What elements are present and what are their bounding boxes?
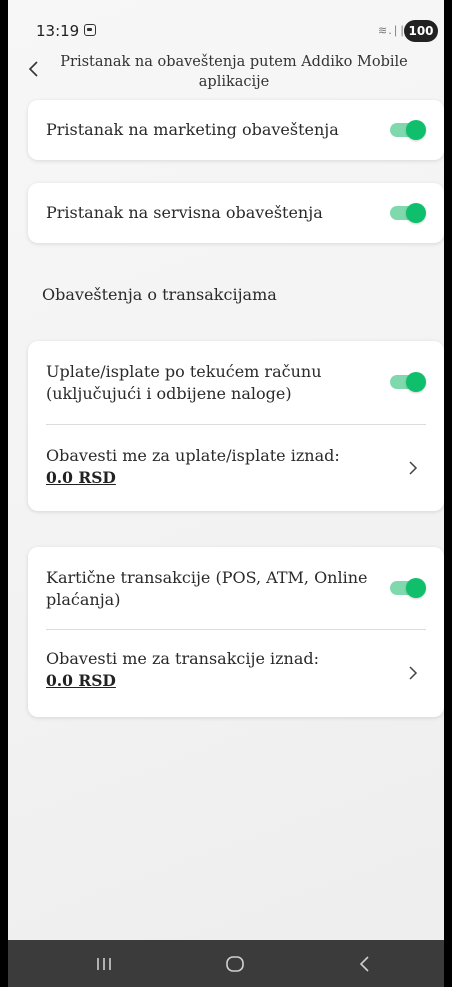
- account-threshold-text: Obavesti me za uplate/isplate iznad: 0.0…: [46, 445, 340, 489]
- signal-icon: ≋.∣∣: [378, 24, 406, 37]
- toggle-thumb: [406, 372, 426, 392]
- card-threshold-amount: 0.0 RSD: [46, 671, 116, 690]
- card-transactions-card: Kartične transakcije (POS, ATM, Online p…: [28, 547, 444, 717]
- toggle-thumb: [406, 203, 426, 223]
- back-button[interactable]: [24, 58, 44, 80]
- battery-indicator: 100: [404, 20, 438, 42]
- status-bar: 13:19 ≋.∣∣ 100: [8, 0, 444, 50]
- card-threshold-text: Obavesti me za transakcije iznad: 0.0 RS…: [46, 648, 319, 692]
- account-transactions-card: Uplate/isplate po tekućem računu (uključ…: [28, 341, 444, 511]
- service-consent-toggle[interactable]: [390, 203, 426, 223]
- toggle-thumb: [406, 120, 426, 140]
- card-transactions-toggle[interactable]: [390, 578, 426, 598]
- system-back-button[interactable]: [353, 952, 377, 976]
- app-screen: 13:19 ≋.∣∣ 100 Pristanak na obaveštenja …: [8, 0, 444, 987]
- chevron-right-icon: [409, 461, 418, 475]
- account-threshold-label: Obavesti me za uplate/isplate iznad:: [46, 446, 340, 465]
- chevron-right-icon: [409, 666, 418, 680]
- home-button[interactable]: [223, 952, 247, 976]
- card-threshold-row[interactable]: Obavesti me za transakcije iznad: 0.0 RS…: [28, 630, 444, 716]
- marketing-consent-toggle[interactable]: [390, 120, 426, 140]
- account-threshold-amount: 0.0 RSD: [46, 468, 116, 487]
- recents-button[interactable]: [92, 952, 116, 976]
- home-icon: [226, 956, 244, 972]
- chevron-left-icon: [28, 61, 38, 77]
- marketing-consent-label: Pristanak na marketing obaveštenja: [46, 120, 339, 139]
- back-icon: [359, 956, 369, 972]
- marketing-consent-card: Pristanak na marketing obaveštenja: [28, 100, 444, 160]
- account-threshold-row[interactable]: Obavesti me za uplate/isplate iznad: 0.0…: [28, 425, 444, 511]
- account-transactions-toggle[interactable]: [390, 372, 426, 392]
- recents-icon: [97, 958, 111, 970]
- account-transactions-label: Uplate/isplate po tekućem računu (uključ…: [46, 362, 322, 403]
- toggle-thumb: [406, 578, 426, 598]
- transactions-section-label: Obaveštenja o transakcijama: [42, 285, 277, 304]
- page-header: Pristanak na obaveštenja putem Addiko Mo…: [8, 50, 444, 96]
- page-title: Pristanak na obaveštenja putem Addiko Mo…: [60, 54, 408, 90]
- status-time: 13:19: [36, 22, 80, 40]
- card-transactions-label: Kartične transakcije (POS, ATM, Online p…: [46, 568, 368, 609]
- card-threshold-label: Obavesti me za transakcije iznad:: [46, 649, 320, 668]
- system-nav-bar: [8, 940, 444, 987]
- service-consent-card: Pristanak na servisna obaveštenja: [28, 183, 444, 243]
- service-consent-label: Pristanak na servisna obaveštenja: [46, 203, 323, 222]
- notification-icon: [84, 24, 96, 36]
